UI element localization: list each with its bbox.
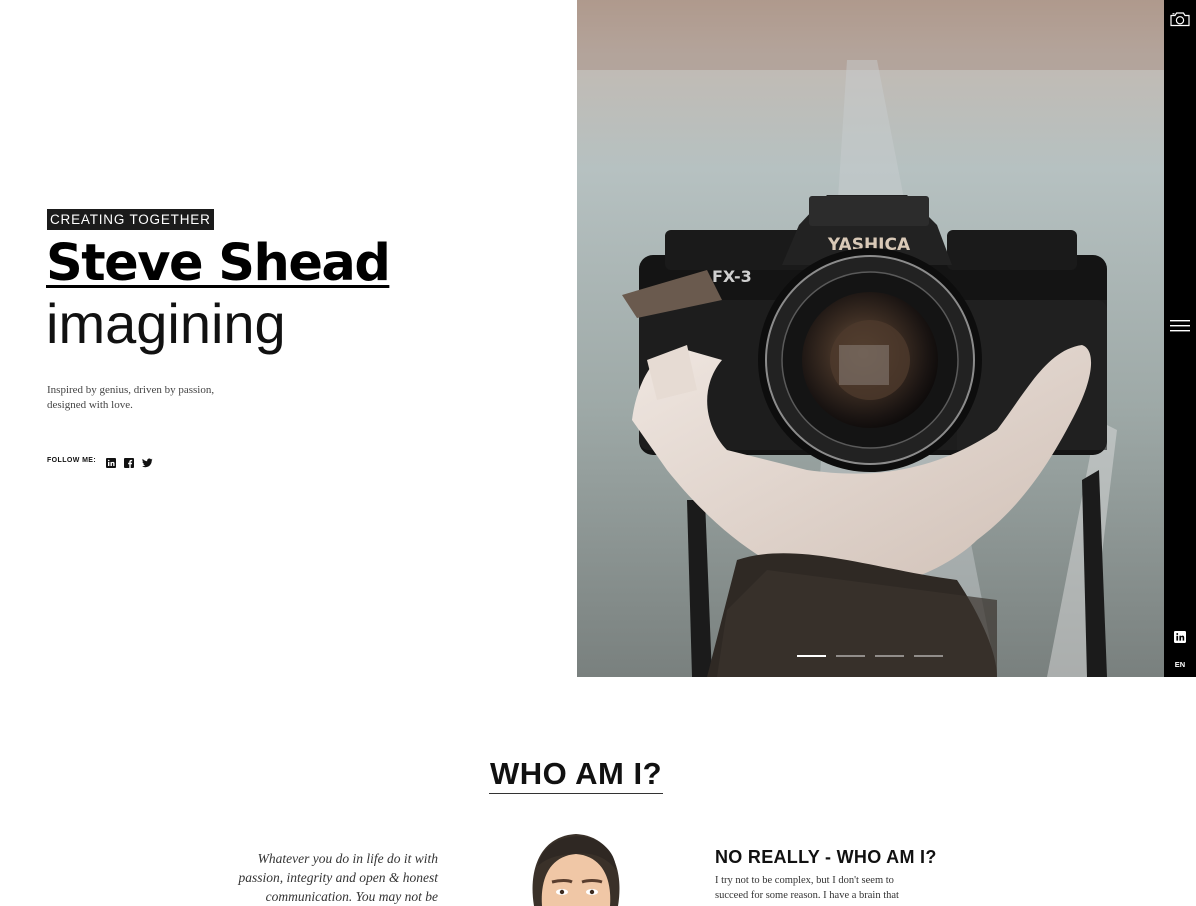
- slider-pagination: [797, 655, 943, 657]
- avatar: [520, 830, 632, 906]
- camera-model-text: FX-3: [712, 267, 752, 286]
- slide-dot-3[interactable]: [875, 655, 904, 657]
- slide-dot-2[interactable]: [836, 655, 865, 657]
- about-title-text: WHO AM I?: [488, 757, 664, 794]
- hero-camera-photo: YASHICA FX-3: [577, 0, 1164, 677]
- hero-section: CREATING TOGETHER Steve Shead imagining …: [0, 0, 1196, 677]
- no-really-title: NO REALLY - WHO AM I?: [715, 847, 937, 867]
- follow-label: FOLLOW ME:: [47, 456, 97, 464]
- about-section-title: WHO AM I?: [0, 756, 1152, 794]
- camera-photo-illustration: YASHICA FX-3: [577, 0, 1164, 677]
- about-quote: Whatever you do in life do it with passi…: [238, 851, 439, 904]
- hero-tagline: CREATING TOGETHER: [47, 209, 214, 230]
- hero-intro: Inspired by genius, driven by passion, d…: [47, 384, 215, 411]
- linkedin-icon[interactable]: [1164, 631, 1196, 643]
- camera-icon[interactable]: [1164, 11, 1196, 27]
- slide-dot-1[interactable]: [797, 655, 826, 657]
- follow-me-bar: FOLLOW ME:: [47, 455, 153, 468]
- hero-text-panel: CREATING TOGETHER Steve Shead imagining …: [0, 0, 577, 677]
- hero-rotating-word: imagining: [46, 292, 286, 355]
- no-really-text: I try not to be complex, but I don't see…: [715, 875, 899, 901]
- right-sidebar: EN: [1164, 0, 1196, 677]
- language-switch[interactable]: EN: [1164, 660, 1196, 669]
- linkedin-icon[interactable]: [106, 455, 117, 468]
- menu-icon[interactable]: [1164, 320, 1196, 332]
- twitter-icon[interactable]: [142, 455, 153, 468]
- slide-dot-4[interactable]: [914, 655, 943, 657]
- facebook-icon[interactable]: [124, 455, 135, 468]
- hero-name[interactable]: Steve Shead: [46, 230, 391, 298]
